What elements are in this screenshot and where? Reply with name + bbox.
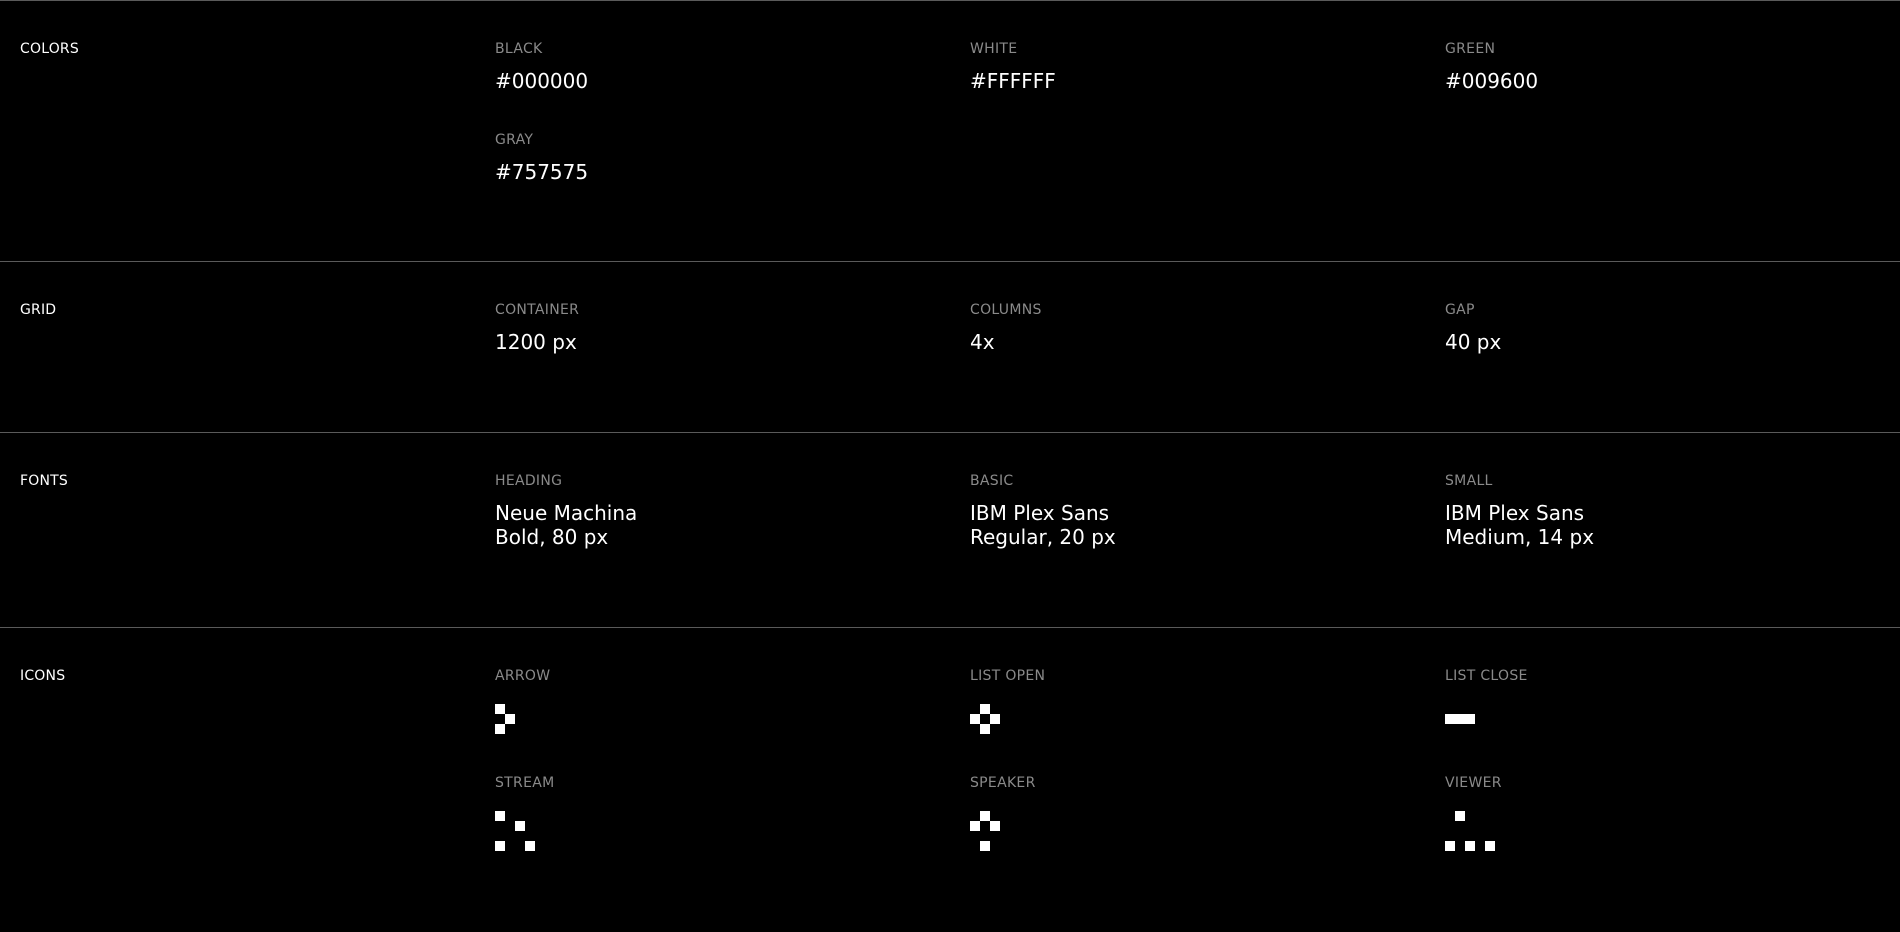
icon-label: LIST OPEN: [970, 668, 1046, 684]
section-title-colors: COLORS: [20, 41, 79, 57]
grid-section: GRID CONTAINER 1200 px COLUMNS 4x GAP 40…: [0, 262, 1900, 433]
grid-columns: COLUMNS 4x: [970, 302, 1390, 354]
icon-label: VIEWER: [1445, 775, 1502, 791]
grid-container: CONTAINER 1200 px: [495, 302, 915, 354]
grid-value: 40 px: [1445, 330, 1502, 354]
section-title-fonts: FONTS: [20, 473, 68, 489]
color-label: WHITE: [970, 41, 1018, 57]
viewer-icon: [1445, 811, 1865, 851]
color-gray: GRAY #757575: [495, 132, 915, 184]
color-white: WHITE #FFFFFF: [970, 41, 1390, 93]
icon-label: SPEAKER: [970, 775, 1036, 791]
icon-item-arrow: ARROW: [495, 668, 915, 734]
grid-label: GAP: [1445, 302, 1475, 318]
grid-gap: GAP 40 px: [1445, 302, 1865, 354]
font-basic: BASIC IBM Plex Sans Regular, 20 px: [970, 473, 1390, 549]
icons-section: ICONS ARROW LIST OPEN LIST CLOSE STREAM: [0, 628, 1900, 932]
section-title-icons: ICONS: [20, 668, 66, 684]
color-label: BLACK: [495, 41, 543, 57]
color-label: GRAY: [495, 132, 534, 148]
font-value: IBM Plex Sans Regular, 20 px: [970, 501, 1116, 549]
font-label: HEADING: [495, 473, 563, 489]
font-value: Neue Machina Bold, 80 px: [495, 501, 638, 549]
grid-value: 1200 px: [495, 330, 577, 354]
color-label: GREEN: [1445, 41, 1496, 57]
grid-label: CONTAINER: [495, 302, 580, 318]
grid-value: 4x: [970, 330, 995, 354]
icon-item-viewer: VIEWER: [1445, 775, 1865, 851]
grid-label: COLUMNS: [970, 302, 1042, 318]
color-value: #FFFFFF: [970, 69, 1056, 93]
icon-label: ARROW: [495, 668, 551, 684]
colors-section: COLORS BLACK #000000 WHITE #FFFFFF GREEN…: [0, 1, 1900, 262]
stream-icon: [495, 811, 915, 851]
font-value: IBM Plex Sans Medium, 14 px: [1445, 501, 1595, 549]
color-value: #757575: [495, 160, 589, 184]
color-green: GREEN #009600: [1445, 41, 1865, 93]
font-label: SMALL: [1445, 473, 1493, 489]
fonts-section: FONTS HEADING Neue Machina Bold, 80 px B…: [0, 433, 1900, 628]
speaker-icon: [970, 811, 1390, 851]
font-heading: HEADING Neue Machina Bold, 80 px: [495, 473, 915, 549]
icon-item-speaker: SPEAKER: [970, 775, 1390, 851]
icon-item-list-open: LIST OPEN: [970, 668, 1390, 734]
icon-label: STREAM: [495, 775, 555, 791]
font-label: BASIC: [970, 473, 1014, 489]
arrow-icon: [495, 704, 915, 734]
icon-item-list-close: LIST CLOSE: [1445, 668, 1865, 734]
color-value: #009600: [1445, 69, 1539, 93]
color-black: BLACK #000000: [495, 41, 915, 93]
color-value: #000000: [495, 69, 589, 93]
icon-label: LIST CLOSE: [1445, 668, 1528, 684]
section-title-grid: GRID: [20, 302, 57, 318]
list-close-icon: [1445, 704, 1865, 734]
list-open-icon: [970, 704, 1390, 734]
font-small: SMALL IBM Plex Sans Medium, 14 px: [1445, 473, 1865, 549]
icon-item-stream: STREAM: [495, 775, 915, 851]
